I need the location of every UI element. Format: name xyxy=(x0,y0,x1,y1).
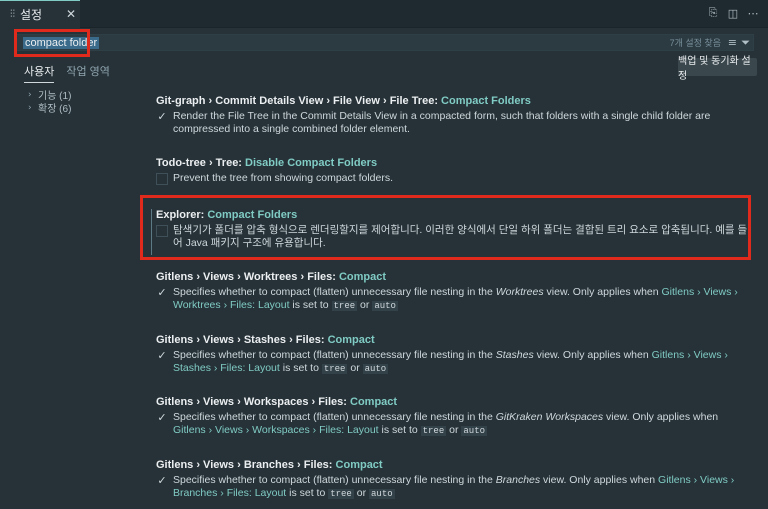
highlight-box-explorer xyxy=(140,195,751,260)
checkbox-checked[interactable]: ✓ xyxy=(156,350,168,362)
setting-todo-tree-disable-compact-folders: Todo-tree › Tree: Disable Compact Folder… xyxy=(140,157,760,187)
toc-item-label: 확장 (6) xyxy=(38,104,72,115)
setting-category: Todo-tree › Tree: xyxy=(156,157,246,169)
setting-description: Specifies whether to compact (flatten) u… xyxy=(173,349,728,374)
settings-toc: › 기능 (1) › 확장 (6) xyxy=(28,88,72,116)
setting-name: Compact xyxy=(327,334,375,346)
setting-description: Prevent the tree from showing compact fo… xyxy=(173,172,394,184)
backup-sync-button[interactable]: 백업 및 동기화 설정 xyxy=(678,56,757,82)
setting-title: Gitlens › Views › Worktrees › Files: Com… xyxy=(156,271,386,283)
setting-gitlens-workspaces-compact: Gitlens › Views › Workspaces › Files: Co… xyxy=(140,396,760,438)
setting-category: Gitlens › Views › Branches › Files: xyxy=(156,459,336,471)
setting-description: Specifies whether to compact (flatten) u… xyxy=(173,411,719,436)
checkbox-checked[interactable]: ✓ xyxy=(156,111,168,123)
setting-gitlens-worktrees-compact: Gitlens › Views › Worktrees › Files: Com… xyxy=(140,271,760,313)
setting-name: Compact xyxy=(338,271,387,283)
clear-filter-icon[interactable]: ≡ xyxy=(728,36,737,49)
setting-title: Gitlens › Views › Branches › Files: Comp… xyxy=(156,459,383,471)
setting-name: Disable Compact Folders xyxy=(245,157,378,169)
checkbox-checked[interactable]: ✓ xyxy=(156,475,168,487)
setting-category: Git-graph › Commit Details View › File V… xyxy=(156,95,442,107)
settings-sliders-icon: ⫶⫶ xyxy=(10,9,15,20)
editor-actions: ⎘ ◫ ⋯ xyxy=(706,6,760,20)
setting-title: Gitlens › Views › Stashes › Files: Compa… xyxy=(156,334,375,346)
chevron-right-icon: › xyxy=(28,102,32,113)
open-json-icon[interactable]: ⎘ xyxy=(706,6,720,20)
checkbox-checked[interactable]: ✓ xyxy=(156,287,168,299)
setting-git-graph-compact-folders: Git-graph › Commit Details View › File V… xyxy=(140,95,760,135)
setting-gitlens-branches-compact: Gitlens › Views › Branches › Files: Comp… xyxy=(140,459,760,501)
more-actions-icon[interactable]: ⋯ xyxy=(746,6,760,20)
setting-name: Compact xyxy=(335,459,383,471)
split-editor-icon[interactable]: ◫ xyxy=(726,6,740,20)
tab-label: 설정 xyxy=(20,8,43,22)
setting-category: Gitlens › Views › Stashes › Files: xyxy=(156,334,328,346)
search-result-count: 7개 설정 찾음 xyxy=(669,38,721,48)
setting-title: Git-graph › Commit Details View › File V… xyxy=(156,95,531,107)
checkbox-checked[interactable]: ✓ xyxy=(156,412,168,424)
tab-user[interactable]: 사용자 xyxy=(24,63,55,83)
setting-category: Gitlens › Views › Worktrees › Files: xyxy=(156,271,339,283)
close-icon[interactable]: ✕ xyxy=(66,7,76,21)
setting-title: Todo-tree › Tree: Disable Compact Folder… xyxy=(156,157,377,169)
setting-description: Specifies whether to compact (flatten) u… xyxy=(173,474,735,499)
setting-description: Specifies whether to compact (flatten) u… xyxy=(173,286,738,311)
setting-description: Render the File Tree in the Commit Detai… xyxy=(173,110,711,135)
chevron-right-icon: › xyxy=(28,89,32,100)
setting-name: Compact xyxy=(350,396,398,408)
toc-item-extensions[interactable]: › 확장 (6) xyxy=(28,101,72,116)
editor-tab-bar: ⫶⫶ 설정 ✕ ⎘ ◫ ⋯ xyxy=(0,0,768,28)
setting-name: Compact Folders xyxy=(441,95,531,107)
setting-category: Gitlens › Views › Workspaces › Files: xyxy=(156,396,350,408)
filter-icon[interactable]: ⏷ xyxy=(741,36,750,50)
highlight-box-search xyxy=(14,29,90,57)
setting-title: Gitlens › Views › Workspaces › Files: Co… xyxy=(156,396,397,408)
setting-gitlens-stashes-compact: Gitlens › Views › Stashes › Files: Compa… xyxy=(140,334,760,376)
settings-search-input[interactable]: compact folder 7개 설정 찾음 ≡ ⏷ xyxy=(14,34,754,51)
settings-scope-tabs: 사용자 작업 영역 xyxy=(24,63,110,83)
checkbox-unchecked[interactable] xyxy=(156,173,168,185)
setting-link[interactable]: Gitlens › Views › Workspaces › Files: La… xyxy=(173,424,379,436)
settings-tab[interactable]: ⫶⫶ 설정 ✕ xyxy=(0,0,80,28)
tab-workspace[interactable]: 작업 영역 xyxy=(66,63,110,83)
